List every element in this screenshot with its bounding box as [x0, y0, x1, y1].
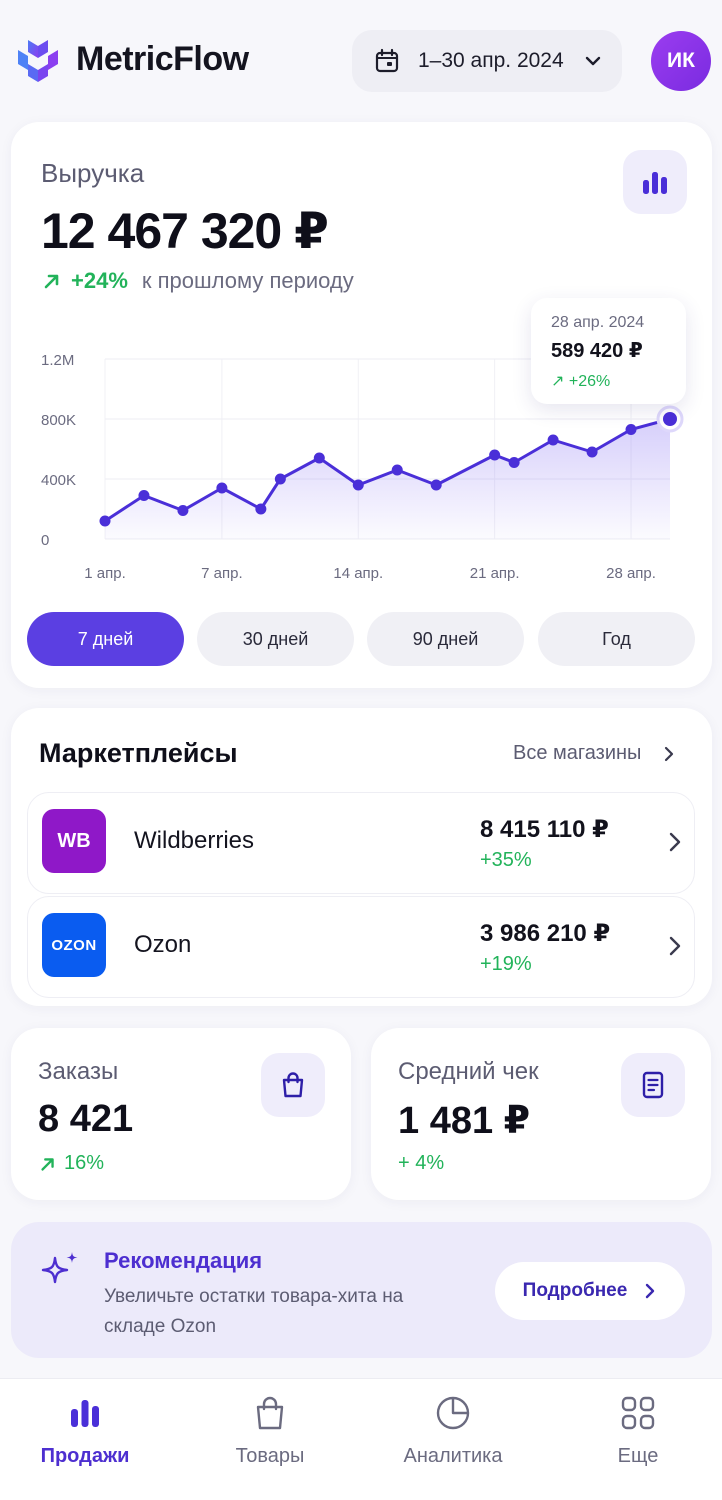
data-point	[430, 479, 442, 491]
range-7-days-button[interactable]: 7 дней	[27, 612, 184, 666]
marketplace-delta: +19%	[480, 953, 532, 975]
bottom-navigation: Продажи Товары Аналитика Еще	[0, 1378, 722, 1500]
orders-value: 8 421	[38, 1098, 134, 1140]
x-tick-label: 21 апр.	[470, 565, 520, 582]
nav-label: Продажи	[40, 1445, 130, 1467]
data-point	[99, 515, 111, 527]
nav-item-more[interactable]: Еще	[563, 1393, 713, 1468]
recommendation-title: Рекомендация	[104, 1248, 263, 1273]
range-90-days-button[interactable]: 90 дней	[367, 612, 524, 666]
chevron-right-icon	[669, 936, 681, 956]
recommendation-text: Увеличьте остатки товара-хита на складе …	[104, 1286, 404, 1337]
bar-chart-icon	[71, 1400, 99, 1427]
data-point	[138, 490, 150, 501]
ozon-logo-icon: OZON	[42, 913, 106, 977]
data-point	[255, 503, 267, 515]
nav-label: Аналитика	[403, 1445, 503, 1467]
grid-icon	[621, 1396, 655, 1430]
marketplace-row-ozon[interactable]: OZON Ozon 3 986 210 ₽ +19%	[27, 896, 695, 998]
chart-tooltip: 28 апр. 2024 589 420 ₽ ↗ +26%	[531, 298, 686, 404]
app-brand-name: MetricFlow	[76, 40, 249, 78]
average-check-card[interactable]: Средний чек 1 481 ₽ + 4%	[371, 1028, 711, 1200]
avg-check-value: 1 481 ₽	[398, 1100, 531, 1142]
avg-check-delta: + 4%	[398, 1152, 445, 1174]
nav-item-sales[interactable]: Продажи	[10, 1393, 160, 1468]
x-tick-label: 1 апр.	[84, 565, 125, 582]
avg-check-title: Средний чек	[398, 1058, 539, 1085]
data-point	[274, 473, 286, 485]
orders-title: Заказы	[38, 1058, 119, 1085]
nav-item-products[interactable]: Товары	[195, 1393, 345, 1468]
marketplaces-card: Маркетплейсы Все магазины WB Wildberries…	[11, 708, 712, 1006]
calendar-icon	[375, 48, 399, 73]
chevron-right-icon	[646, 1283, 655, 1299]
tooltip-value: 589 420 ₽	[551, 340, 643, 362]
all-stores-label: Все магазины	[513, 742, 642, 764]
recommendation-card: Рекомендация Увеличьте остатки товара-хи…	[11, 1222, 712, 1358]
app-header: MetricFlow 1–30 апр. 2024 ИК	[0, 0, 722, 122]
sparkles-icon	[41, 1252, 78, 1284]
nav-label: Товары	[235, 1445, 305, 1467]
recommendation-details-button[interactable]: Подробнее	[495, 1262, 685, 1320]
orders-delta: 16%	[38, 1152, 104, 1175]
revenue-card: Выручка 12 467 320 ₽ +24% к прошлому пер…	[11, 122, 712, 688]
x-tick-label: 28 апр.	[606, 565, 656, 582]
all-stores-link[interactable]: Все магазины	[513, 742, 677, 765]
tooltip-date: 28 апр. 2024	[551, 314, 645, 331]
data-point	[489, 449, 501, 461]
marketplace-amount: 3 986 210 ₽	[480, 920, 611, 947]
data-point	[313, 452, 325, 464]
orders-delta-value: 16%	[64, 1152, 105, 1174]
x-tick-label: 7 апр.	[201, 565, 242, 582]
receipt-icon	[642, 1071, 664, 1099]
highlight-point	[663, 412, 677, 426]
user-avatar[interactable]: ИК	[651, 31, 711, 91]
marketplace-row-wildberries[interactable]: WB Wildberries 8 415 110 ₽ +35%	[27, 792, 695, 894]
pie-chart-icon	[436, 1396, 470, 1430]
nav-item-analytics[interactable]: Аналитика	[378, 1393, 528, 1468]
data-point	[625, 424, 637, 435]
data-point	[586, 446, 598, 458]
data-point	[547, 434, 559, 446]
data-point	[216, 482, 228, 494]
y-tick-label: 800K	[41, 412, 76, 429]
chevron-right-icon	[669, 832, 681, 852]
bag-icon	[256, 1396, 284, 1430]
range-30-days-button[interactable]: 30 дней	[197, 612, 354, 666]
marketplace-name: Ozon	[134, 931, 192, 958]
wildberries-logo-icon: WB	[42, 809, 106, 873]
orders-icon-tile	[261, 1053, 325, 1117]
nav-label: Еще	[617, 1445, 659, 1467]
arrow-up-right-icon	[41, 1157, 54, 1171]
data-point	[391, 464, 403, 476]
shopping-bag-icon	[282, 1072, 304, 1098]
data-point	[177, 505, 189, 516]
range-year-button[interactable]: Год	[538, 612, 695, 666]
marketplace-delta: +35%	[480, 849, 532, 871]
chevron-right-icon	[665, 746, 674, 761]
marketplaces-title: Маркетплейсы	[39, 738, 238, 768]
y-tick-label: 0	[41, 532, 49, 549]
marketplace-amount: 8 415 110 ₽	[480, 816, 609, 843]
data-point	[508, 457, 520, 468]
date-range-label: 1–30 апр. 2024	[418, 49, 564, 72]
x-tick-label: 14 апр.	[333, 565, 383, 582]
details-button-label: Подробнее	[522, 1280, 628, 1301]
y-tick-label: 1.2M	[41, 352, 74, 369]
chevron-down-icon	[585, 56, 600, 66]
date-range-picker[interactable]: 1–30 апр. 2024	[352, 30, 622, 92]
y-tick-label: 400K	[41, 472, 76, 489]
metricflow-logo-icon	[18, 40, 58, 82]
tooltip-change: ↗ +26%	[551, 373, 611, 390]
data-point	[352, 479, 364, 491]
orders-card[interactable]: Заказы 8 421 16%	[11, 1028, 351, 1200]
avg-check-icon-tile	[621, 1053, 685, 1117]
marketplace-name: Wildberries	[134, 827, 255, 854]
